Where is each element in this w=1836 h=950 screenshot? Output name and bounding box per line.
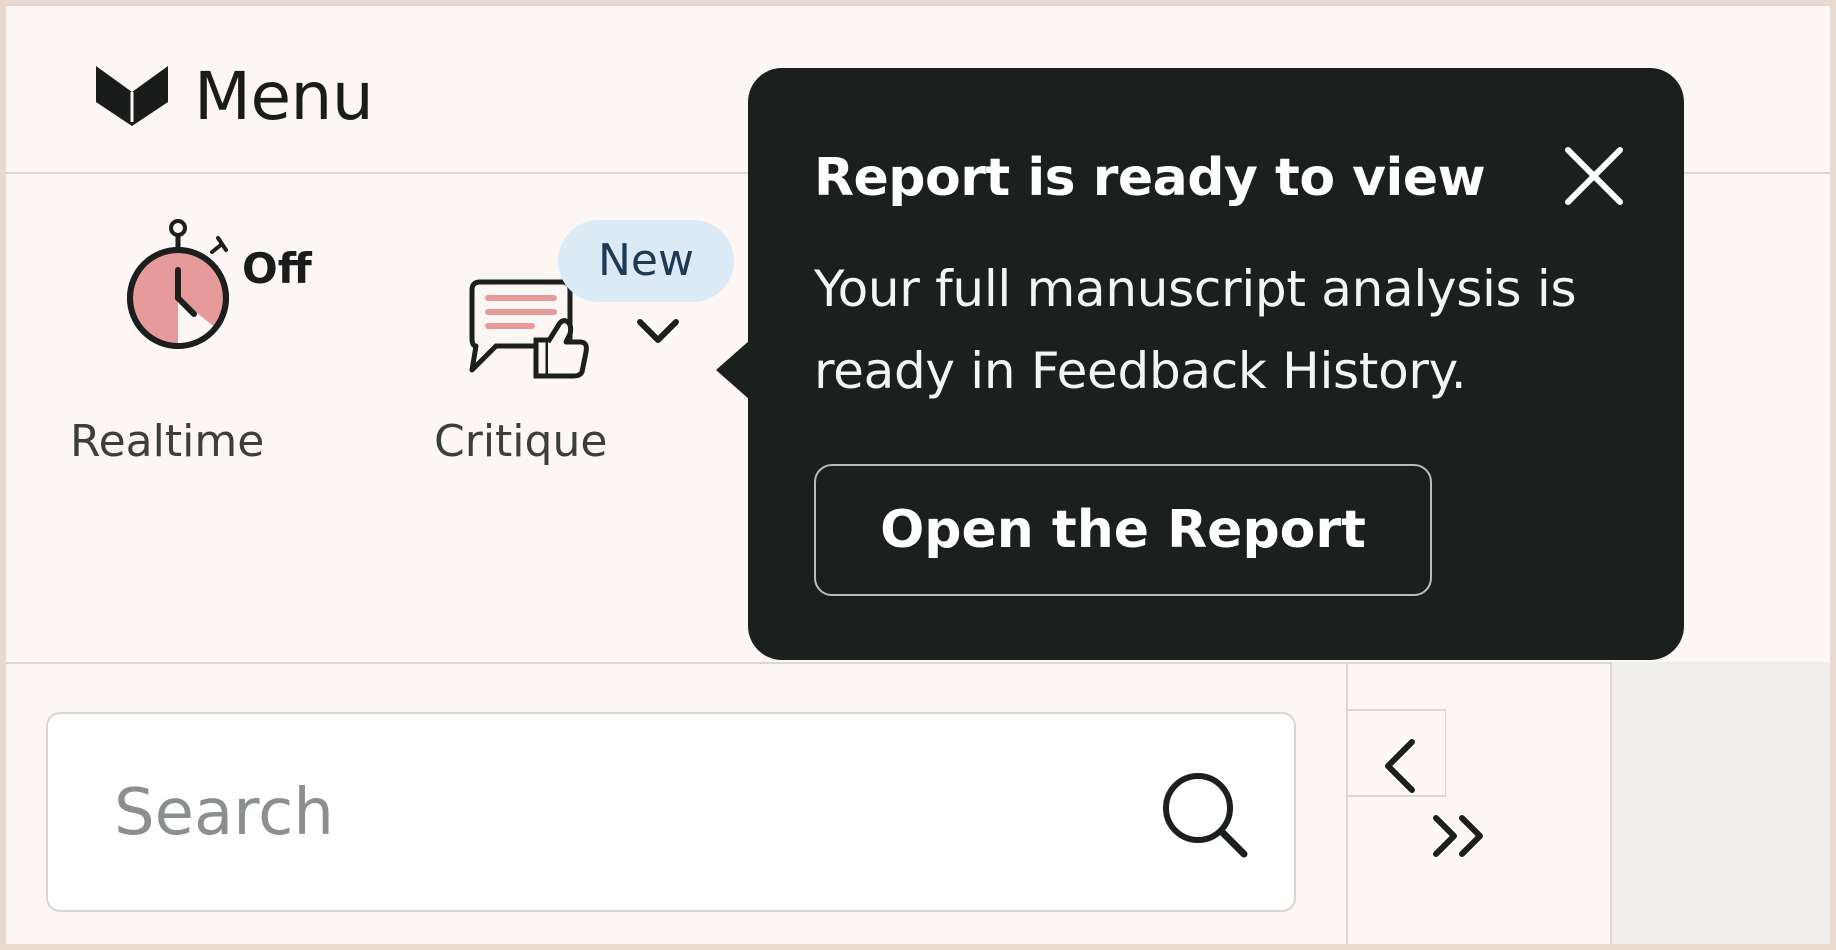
right-panel bbox=[1610, 662, 1830, 944]
menu-button[interactable]: Menu bbox=[194, 58, 374, 135]
popover-title: Report is ready to view bbox=[814, 148, 1486, 208]
critique-tool[interactable]: New Critique bbox=[426, 216, 746, 476]
double-chevron-right-icon[interactable] bbox=[1426, 806, 1502, 866]
search-placeholder: Search bbox=[114, 776, 334, 850]
critique-label: Critique bbox=[434, 416, 608, 467]
search-input[interactable]: Search bbox=[46, 712, 1296, 912]
panel-handle bbox=[1346, 709, 1446, 797]
new-badge: New bbox=[558, 220, 734, 302]
popover-arrow bbox=[716, 340, 750, 400]
popover-message: Your full manuscript analysis is ready i… bbox=[814, 260, 1577, 400]
realtime-status: Off bbox=[242, 244, 312, 293]
chevron-left-icon[interactable] bbox=[1376, 732, 1426, 800]
app-frame: Menu Off Realtime New Critique Search Re… bbox=[6, 6, 1830, 944]
chevron-down-icon[interactable] bbox=[630, 308, 686, 354]
close-icon[interactable] bbox=[1554, 136, 1634, 216]
open-report-button[interactable]: Open the Report bbox=[814, 464, 1432, 596]
search-icon[interactable] bbox=[1158, 768, 1254, 864]
realtime-tool[interactable]: Off Realtime bbox=[66, 216, 312, 476]
report-ready-popover: Report is ready to view Your full manusc… bbox=[716, 68, 1684, 660]
timer-icon bbox=[127, 219, 229, 349]
logo-icon[interactable] bbox=[92, 62, 172, 126]
realtime-label: Realtime bbox=[70, 416, 265, 467]
